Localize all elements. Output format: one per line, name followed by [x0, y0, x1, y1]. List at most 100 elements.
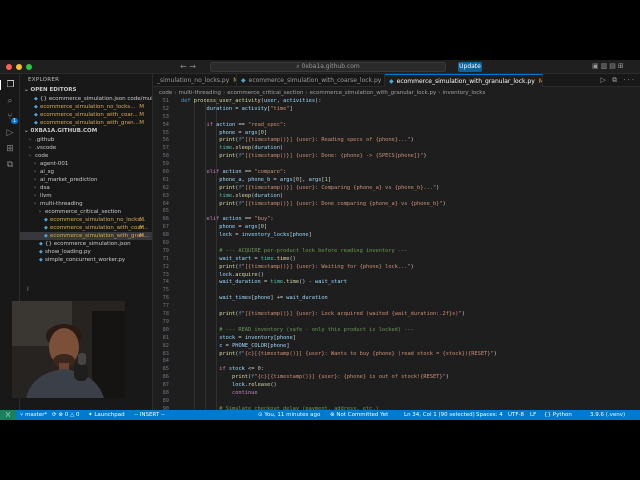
- line-content: continue: [232, 389, 258, 396]
- line-content: print(f"{c}[{timestamp()}] {user}: {phon…: [232, 374, 449, 381]
- open-editor-label: ecommerce_simulation_with_coar...: [40, 112, 138, 118]
- folder-item[interactable]: › multi-threading: [20, 200, 152, 208]
- code-line: 86 print(f"{c}[{timestamp()}] {user}: {p…: [153, 374, 640, 382]
- line-content: phone_a, phone_b = args[0], args[1]: [219, 176, 332, 183]
- git-blame[interactable]: ⊙ You, 11 minutes ago: [258, 410, 320, 420]
- tab-1[interactable]: _simulation_no_locks.pyM: [153, 74, 237, 87]
- line-number: 51: [162, 98, 169, 104]
- sync-status[interactable]: ⟳ ⊗ 0 △ 0: [52, 410, 79, 420]
- explorer-icon[interactable]: ❐: [0, 80, 20, 90]
- modified-badge: M: [139, 104, 144, 110]
- file-item[interactable]: ◆ ecommerce_simulation_no_locks... M: [20, 216, 152, 224]
- folder-label: code: [35, 153, 49, 159]
- layout-icons[interactable]: ▣▥▤⊞: [592, 62, 626, 70]
- explorer-title: EXPLORER: [28, 77, 60, 83]
- tab-2[interactable]: ◆ ecommerce_simulation_with_coarse_lock.p…: [237, 74, 385, 87]
- python-file-icon: ◆: [241, 77, 246, 84]
- open-editor-item[interactable]: ◆ ecommerce_simulation_with_coar... M: [20, 111, 152, 119]
- tab-3[interactable]: ◆ ecommerce_simulation_with_granular_lock…: [385, 74, 543, 87]
- line-number: 52: [162, 105, 169, 112]
- remote-indicator-icon[interactable]: ⟩⟨: [0, 410, 16, 420]
- folder-item[interactable]: › agent-001: [20, 160, 152, 168]
- repo-section[interactable]: ⌄ 0XBA1A.GITHUB.COM: [20, 127, 152, 136]
- breadcrumb-segment[interactable]: ecommerce_simulation_with_granular_lock.…: [310, 90, 437, 96]
- update-button[interactable]: Update: [458, 62, 482, 72]
- folder-item[interactable]: › dsa: [20, 184, 152, 192]
- line-content: print(f"[{timestamp()}] {user}: Done com…: [219, 200, 446, 207]
- editor-actions[interactable]: ▷ ⧉ ···: [600, 76, 636, 85]
- code-line: 85 if stock <= 0:: [153, 366, 640, 374]
- open-editors-list: ◆{} ecommerce_simulation.json code/multi…: [20, 95, 152, 127]
- breadcrumb[interactable]: code › multi-threading › ecommerce_critical_…: [153, 88, 640, 98]
- editor-tabs: _simulation_no_locks.pyM◆ecommerce_simul…: [153, 74, 640, 87]
- line-content: time.sleep(duration): [219, 145, 284, 152]
- folder-item[interactable]: › ai_market_prediction: [20, 176, 152, 184]
- language-mode[interactable]: {} Python: [544, 410, 572, 420]
- nav-arrows-icon[interactable]: ← →: [180, 62, 196, 71]
- maximize-window-icon[interactable]: [26, 64, 32, 70]
- line-content: # --- ACQUIRE per-product lock before re…: [219, 247, 408, 254]
- encoding[interactable]: UTF-8: [508, 410, 524, 420]
- line-number: 60: [162, 169, 169, 176]
- search-icon[interactable]: ⌕: [0, 96, 20, 106]
- title-bar: ← → ⌕ 0xba1a.github.com Update ▣▥▤⊞: [0, 60, 640, 74]
- code-line: 88 continue: [153, 390, 640, 398]
- line-number: 87: [162, 382, 169, 389]
- open-editor-item[interactable]: ◆ ecommerce_simulation_no_locks... M: [20, 103, 152, 111]
- breadcrumb-segment[interactable]: code: [159, 90, 172, 96]
- folder-item[interactable]: › .github: [20, 136, 152, 144]
- extensions-icon[interactable]: ⊞: [0, 144, 20, 154]
- folder-item[interactable]: › code: [20, 152, 152, 160]
- folder-item[interactable]: › .vscode: [20, 144, 152, 152]
- breadcrumb-segment[interactable]: multi-threading: [178, 90, 221, 96]
- indentation[interactable]: Spaces: 4: [476, 410, 503, 420]
- close-window-icon[interactable]: [6, 64, 12, 70]
- breadcrumb-segment[interactable]: inventory_locks: [442, 90, 485, 96]
- window-controls[interactable]: [6, 64, 32, 70]
- remote-icon[interactable]: ⧉: [0, 160, 20, 170]
- line-content: lock.acquire(): [219, 271, 264, 278]
- line-content: if action == "read_spec":: [206, 121, 287, 128]
- code-line: 56 print(f"[{timestamp()}] {user}: Readi…: [153, 137, 640, 145]
- code-line: 80 # --- READ inventory (safe - only thi…: [153, 327, 640, 335]
- line-ending[interactable]: LF: [530, 410, 536, 420]
- folder-item[interactable]: › llvm: [20, 192, 152, 200]
- file-label: show_loading.py: [45, 249, 91, 255]
- chevron-right-icon: ›: [305, 90, 308, 96]
- run-debug-icon[interactable]: ▷: [0, 128, 20, 138]
- minimize-window-icon[interactable]: [16, 64, 22, 70]
- line-number: 82: [162, 342, 169, 349]
- folder-label: ecommerce_critical_section: [45, 209, 122, 215]
- line-number: 67: [162, 224, 169, 231]
- code-line: 81 stock = inventory[phone]: [153, 335, 640, 343]
- code-line: 57 time.sleep(duration): [153, 145, 640, 153]
- tab-label: _simulation_no_locks.py: [157, 77, 230, 84]
- file-item[interactable]: ◆{} ecommerce_simulation.json: [20, 240, 152, 248]
- folder-item[interactable]: › ai_sg: [20, 168, 152, 176]
- file-item[interactable]: ◆ simple_concurrent_worker.py: [20, 256, 152, 264]
- line-content: wait_times[phone] += wait_duration: [219, 295, 328, 302]
- line-content: wait_start = time.time(): [219, 255, 296, 262]
- line-number: 64: [162, 200, 169, 207]
- git-branch[interactable]: ⑂ master*: [20, 410, 47, 420]
- file-item[interactable]: ◆ show_loading.py: [20, 248, 152, 256]
- file-label: simple_concurrent_worker.py: [45, 257, 126, 263]
- line-number: 70: [162, 247, 169, 254]
- chevron-right-icon: ›: [438, 90, 441, 96]
- open-editor-item[interactable]: ◆ ecommerce_simulation_with_gran... M: [20, 119, 152, 127]
- command-center-search[interactable]: ⌕ 0xba1a.github.com: [210, 62, 446, 72]
- folder-item[interactable]: › ecommerce_critical_section: [20, 208, 152, 216]
- cursor-position[interactable]: Ln 34, Col 1 (90 selected): [404, 410, 475, 420]
- open-editor-item[interactable]: ◆{} ecommerce_simulation.json code/multi…: [20, 95, 152, 103]
- file-item[interactable]: ◆ ecommerce_simulation_with_gran... M: [20, 232, 152, 240]
- chevron-right-icon: ›: [174, 90, 177, 96]
- file-item[interactable]: ◆ ecommerce_simulation_with_coar... M: [20, 224, 152, 232]
- open-editors-section[interactable]: ⌄ OPEN EDITORS: [20, 86, 152, 95]
- launchpad-button[interactable]: ✦ Launchpad: [88, 410, 125, 420]
- line-content: elif action == "buy":: [206, 216, 274, 223]
- file-label: {} ecommerce_simulation.json: [45, 241, 131, 247]
- commit-status[interactable]: ⊗ Not Committed Yet: [330, 410, 388, 420]
- code-editor[interactable]: 51 def process_user_activity(user, activi…: [153, 98, 640, 410]
- breadcrumb-segment[interactable]: ecommerce_critical_section: [227, 90, 303, 96]
- python-interpreter[interactable]: 3.9.6 (.venv): [590, 410, 625, 420]
